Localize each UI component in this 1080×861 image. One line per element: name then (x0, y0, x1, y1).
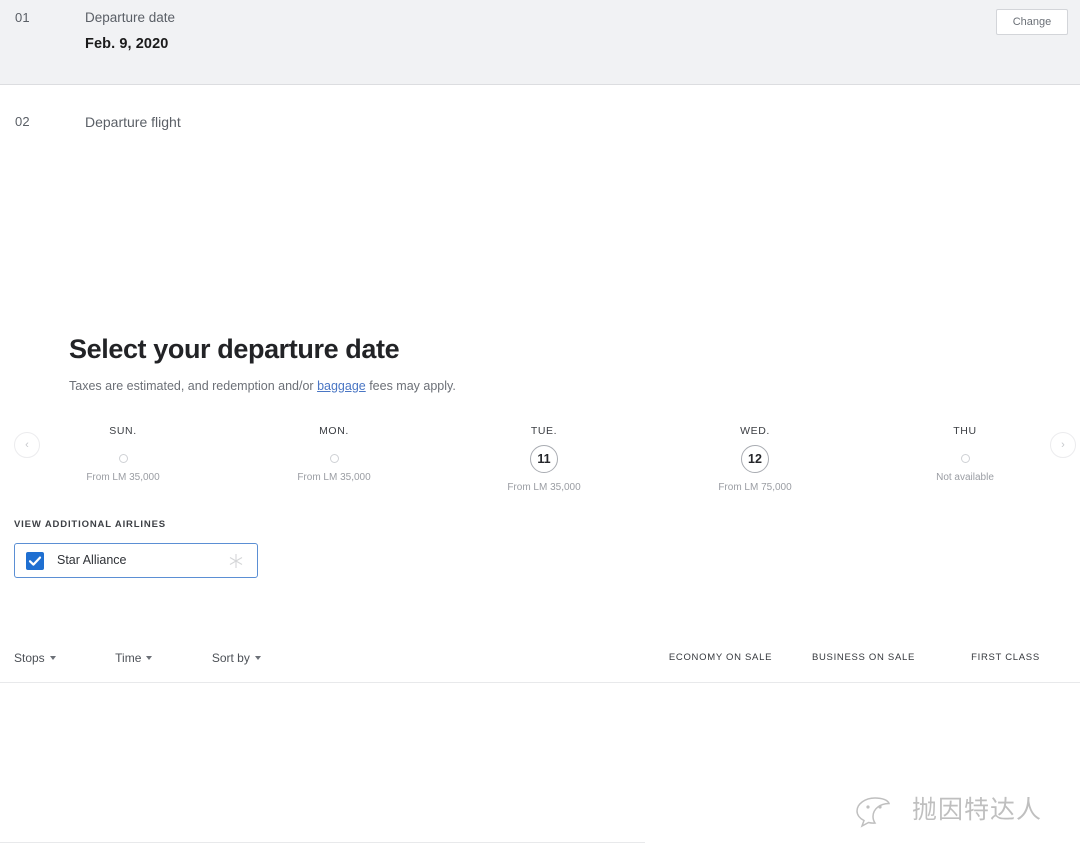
date-option-0[interactable]: SUN. From LM 35,000 (53, 425, 193, 483)
flight-row-divider (0, 842, 645, 843)
chevron-down-icon (49, 656, 56, 660)
step-02-number: 02 (15, 114, 30, 129)
filter-bar: Stops Time Sort by (14, 649, 316, 667)
carousel-next-icon[interactable]: › (1050, 432, 1076, 458)
date-day-name: SUN. (109, 425, 137, 437)
step-02-label: Departure flight (85, 114, 181, 130)
date-day-number (118, 454, 128, 463)
date-option-3[interactable]: WED. 12 From LM 75,000 (685, 425, 825, 493)
date-day-name: TUE. (530, 425, 558, 437)
step-02-departure-flight: 02 Departure flight (0, 85, 1080, 145)
additional-airlines-label: VIEW ADDITIONAL AIRLINES (14, 519, 166, 530)
results-top-divider (0, 682, 1080, 683)
date-carousel: ‹ › SUN. From LM 35,000 MON. From LM 35,… (0, 425, 1080, 505)
subtitle-text-after: fees may apply. (365, 379, 456, 393)
date-day-number (329, 454, 339, 463)
carousel-prev-icon[interactable]: ‹ (14, 432, 40, 458)
date-day-price: From LM 35,000 (507, 482, 581, 493)
filter-stops[interactable]: Stops (14, 651, 56, 665)
filter-sort-by-label: Sort by (211, 651, 250, 665)
chevron-down-icon (146, 656, 153, 660)
checkbox-checked-icon[interactable] (26, 552, 44, 570)
date-day-number: 11 (530, 445, 558, 473)
subtitle-text-before: Taxes are estimated, and redemption and/… (69, 379, 318, 393)
date-day-name: WED. (740, 425, 770, 437)
date-day-price: Not available (936, 472, 994, 483)
step-01-departure-date: 01 Departure date Feb. 9, 2020 Change (0, 0, 1080, 85)
cabin-header-business: BUSINESS ON SALE (811, 652, 916, 663)
star-alliance-logo-icon (227, 552, 245, 570)
date-option-1[interactable]: MON. From LM 35,000 (264, 425, 404, 483)
star-alliance-label: Star Alliance (57, 553, 127, 567)
star-alliance-checkbox-row[interactable]: Star Alliance (14, 543, 258, 578)
baggage-link[interactable]: baggage (317, 379, 366, 393)
date-day-price: From LM 35,000 (297, 472, 371, 483)
filter-time-label: Time (115, 651, 142, 665)
step-01-label: Departure date (85, 10, 176, 25)
date-day-name: MON. (319, 425, 349, 437)
date-option-4: THU Not available (895, 425, 1035, 483)
filter-time[interactable]: Time (115, 651, 153, 665)
date-day-number: 12 (741, 445, 769, 473)
cabin-header-economy: ECONOMY ON SALE (668, 652, 773, 663)
cabin-header-first: FIRST CLASS (971, 652, 1040, 663)
flight-row[interactable]: JFK 10:45 New York NRT 15:00 Tokyo 14h 1… (0, 700, 1080, 840)
page-subtitle: Taxes are estimated, and redemption and/… (69, 379, 456, 393)
page-title: Select your departure date (69, 334, 400, 364)
chevron-down-icon (254, 656, 261, 660)
date-day-number (960, 454, 970, 463)
flight-booking-page: 01 Departure date Feb. 9, 2020 Change 02… (0, 0, 1080, 861)
date-day-name: THU (953, 425, 977, 437)
step-01-value: Feb. 9, 2020 (85, 36, 169, 52)
filter-stops-label: Stops (14, 651, 45, 665)
date-day-price: From LM 75,000 (718, 482, 792, 493)
step-01-number: 01 (15, 10, 30, 25)
date-day-price: From LM 35,000 (86, 472, 160, 483)
change-button[interactable]: Change (996, 9, 1068, 35)
filter-sort-by[interactable]: Sort by (212, 651, 261, 665)
date-option-2[interactable]: TUE. 11 From LM 35,000 (474, 425, 614, 493)
